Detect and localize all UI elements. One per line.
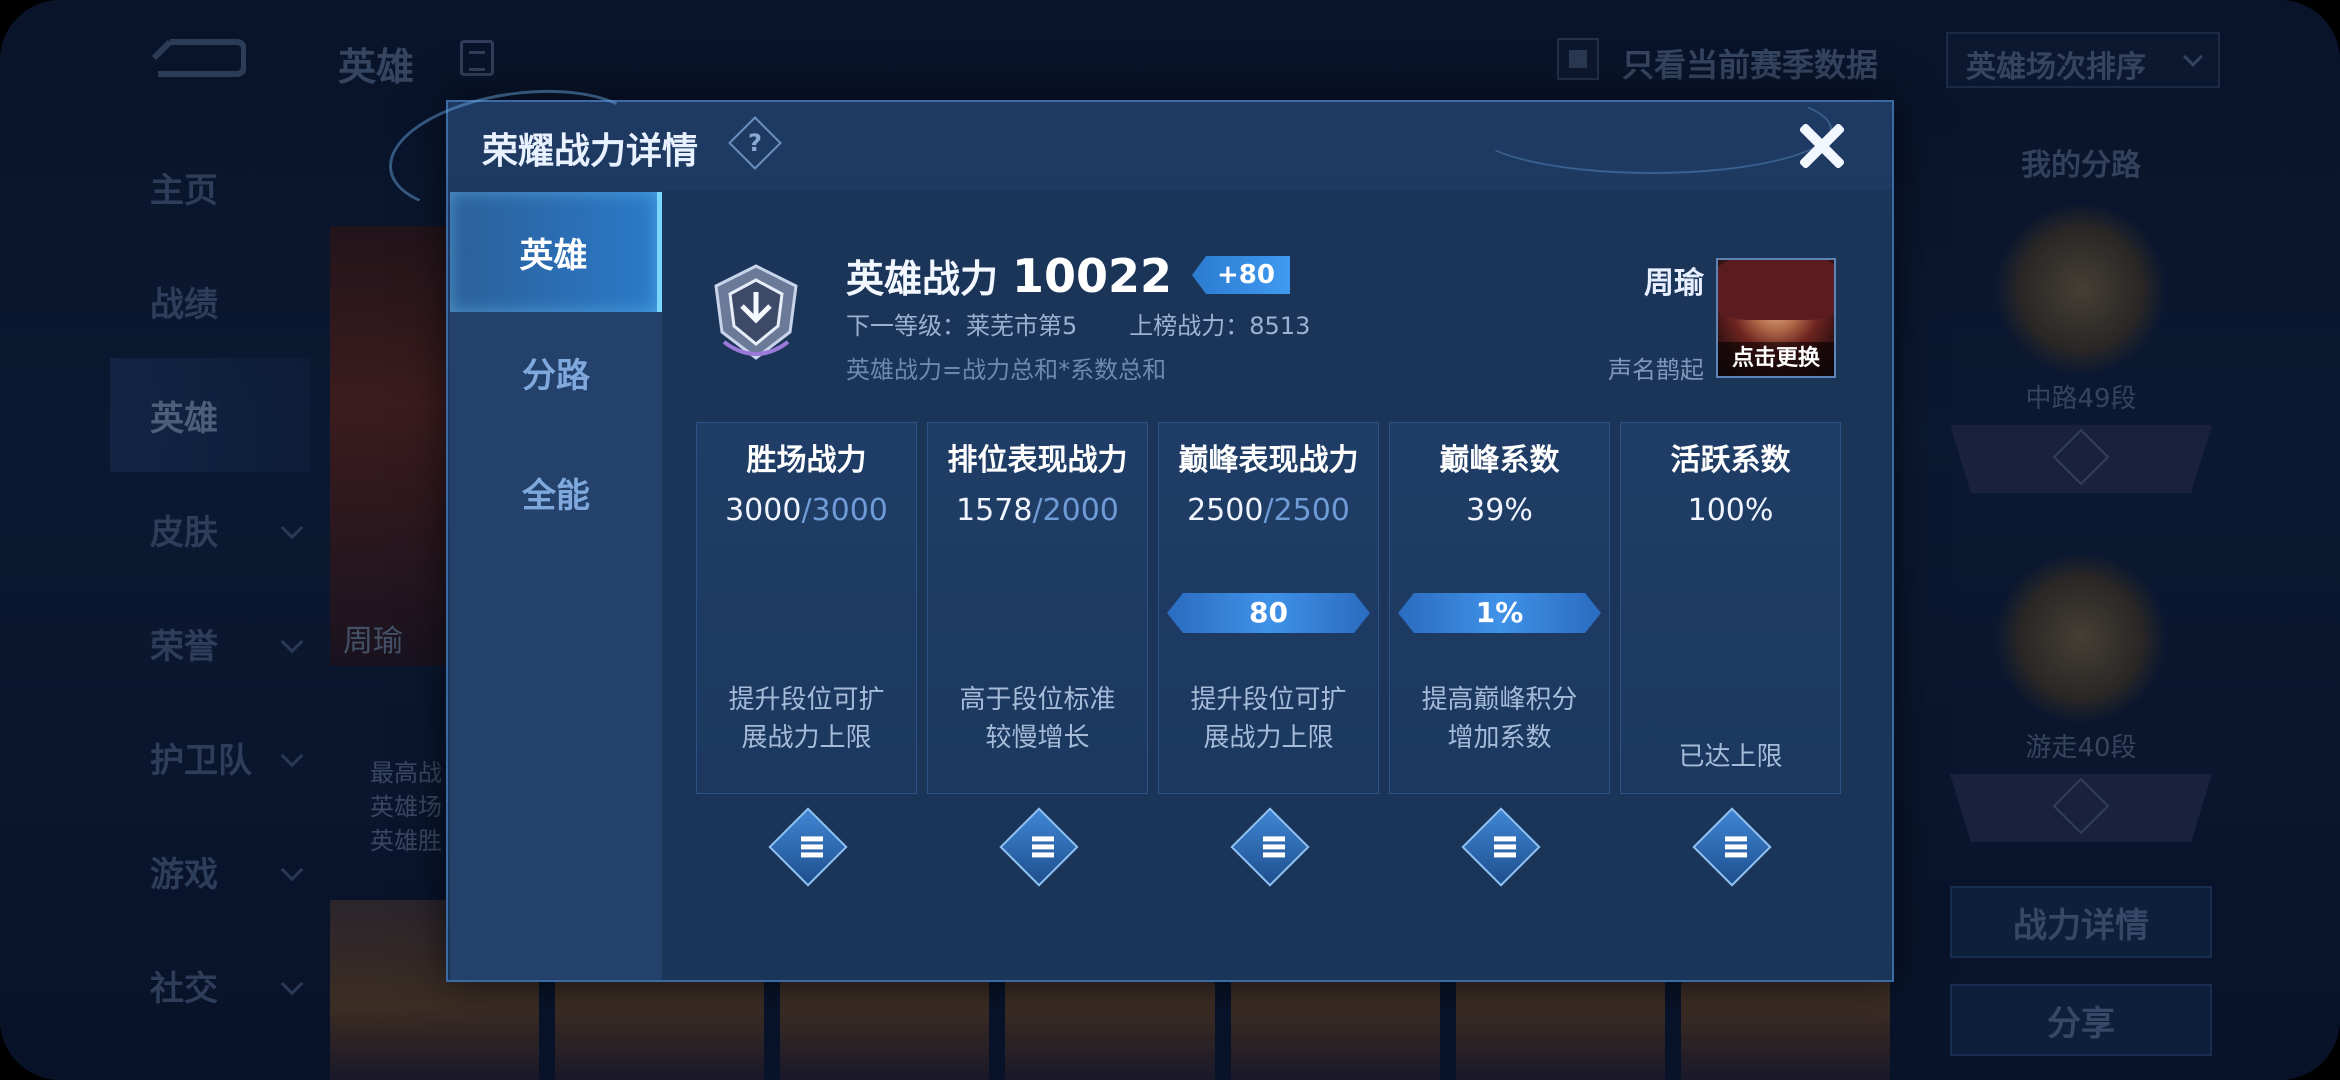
- hero-power-label: 英雄战力: [846, 257, 999, 301]
- decor-swirl: [1472, 84, 1832, 174]
- power-detail-modal: 荣耀战力详情 ? 英雄 分路 全能 英雄战力 10022 +80 下一等级：莱芜…: [380, 74, 1894, 982]
- lane-panel: 我的分路 中路49段 游走40段: [1950, 140, 2212, 842]
- card-value: 39%: [1466, 493, 1533, 528]
- power-sub-info: 下一等级：莱芜市第5 上榜战力：8513: [846, 306, 1310, 341]
- hero-card-image[interactable]: [330, 226, 450, 666]
- power-detail-button[interactable]: 战力详情: [1950, 886, 2212, 958]
- modal-tabs: 英雄 分路 全能: [450, 192, 662, 980]
- sidebar-item-honor[interactable]: 荣誉: [110, 586, 310, 700]
- tab-allround[interactable]: 全能: [450, 432, 662, 552]
- chevron-down-icon: [280, 630, 304, 654]
- hero-stats: 最高战 英雄场 英雄胜: [370, 759, 442, 855]
- list-power-text: 上榜战力：8513: [1129, 312, 1311, 340]
- card-title: 巅峰系数: [1439, 443, 1560, 478]
- hero-power-value: 10022: [1012, 249, 1173, 303]
- power-cards: 胜场战力 3000/3000 提升段位可扩 展战力上限 排位表现战力 1578/…: [696, 422, 1841, 887]
- season-only-checkbox[interactable]: [1557, 38, 1599, 80]
- card-title: 巅峰表现战力: [1178, 443, 1359, 478]
- modal-header: 荣耀战力详情 ?: [380, 74, 1892, 230]
- card-bonus-tag: 1%: [1398, 593, 1601, 633]
- power-card: 巅峰表现战力 2500/2500 80 提升段位可扩 展战力上限: [1158, 422, 1379, 887]
- chevron-down-icon: [280, 858, 304, 882]
- sidebar-item-squad[interactable]: 护卫队: [110, 700, 310, 814]
- sidebar-item-game[interactable]: 游戏: [110, 814, 310, 928]
- chevron-down-icon: [280, 744, 304, 768]
- mid-lane-badge-icon: [1996, 204, 2166, 374]
- document-icon[interactable]: [460, 40, 494, 76]
- hero-portrait-art: [1718, 260, 1834, 320]
- sidebar-item-hero[interactable]: 英雄: [110, 358, 310, 472]
- season-only-label: 只看当前赛季数据: [1622, 46, 1879, 84]
- sidebar-item-record[interactable]: 战绩: [110, 244, 310, 358]
- roam-badge-icon: [1996, 553, 2166, 723]
- hero-fame-title: 声名鹊起: [1608, 356, 1704, 384]
- rank-banner: [1950, 774, 2212, 842]
- sidebar-item-skin[interactable]: 皮肤: [110, 472, 310, 586]
- hero-power-row: 英雄战力 10022: [846, 248, 1172, 303]
- card-bonus-tag: 80: [1167, 593, 1370, 633]
- card-value: 2500/2500: [1187, 493, 1350, 528]
- rank-emblem-icon: [714, 264, 798, 360]
- card-value: 3000/3000: [725, 493, 888, 528]
- screen: 英雄 主页 战绩 英雄 皮肤 荣誉 护卫队 游戏 社交 周瑜 最高战 英雄场 英…: [0, 0, 2340, 1080]
- card-description: 提升段位可扩 展战力上限: [1190, 685, 1347, 753]
- card-title: 排位表现战力: [947, 443, 1128, 478]
- help-icon[interactable]: ?: [728, 116, 782, 170]
- hero-card-name: 周瑜: [343, 624, 403, 659]
- rank-diamond-icon: [2052, 428, 2110, 486]
- card-title: 胜场战力: [746, 443, 867, 478]
- sidebar-item-social[interactable]: 社交: [110, 928, 310, 1042]
- card-description: 提升段位可扩 展战力上限: [728, 685, 885, 753]
- power-delta-badge: +80: [1192, 256, 1290, 294]
- chevron-down-icon: [2183, 47, 2203, 67]
- card-description: 提高巅峰积分 增加系数: [1421, 685, 1578, 753]
- hero-portrait[interactable]: 点击更换: [1716, 258, 1836, 378]
- sort-dropdown[interactable]: 英雄场次排序: [1946, 32, 2220, 88]
- card-description: 已达上限: [1678, 742, 1783, 772]
- power-card: 排位表现战力 1578/2000 高于段位标准 较慢增长: [927, 422, 1148, 887]
- card-value: 1578/2000: [956, 493, 1119, 528]
- sidebar: 主页 战绩 英雄 皮肤 荣誉 护卫队 游戏 社交: [110, 130, 310, 1042]
- tab-lane[interactable]: 分路: [450, 312, 662, 432]
- page-title: 英雄: [338, 45, 415, 89]
- card-description: 高于段位标准 较慢增长: [959, 685, 1116, 753]
- share-button[interactable]: 分享: [1950, 984, 2212, 1056]
- sidebar-item-home[interactable]: 主页: [110, 130, 310, 244]
- card-title: 活跃系数: [1670, 443, 1791, 478]
- rank-diamond-icon: [2052, 777, 2110, 835]
- change-hero-button[interactable]: 点击更换: [1718, 342, 1834, 376]
- mid-lane-label: 中路49段: [2025, 384, 2137, 414]
- chevron-down-icon: [280, 972, 304, 996]
- next-level-text: 下一等级：莱芜市第5: [846, 312, 1078, 340]
- power-card: 巅峰系数 39% 1% 提高巅峰积分 增加系数: [1389, 422, 1610, 887]
- roam-label: 游走40段: [2025, 733, 2137, 763]
- power-card: 活跃系数 100% 已达上限: [1620, 422, 1841, 887]
- modal-title: 荣耀战力详情: [482, 131, 699, 172]
- hero-name: 周瑜: [1644, 266, 1704, 301]
- back-arrow-icon[interactable]: [150, 36, 246, 80]
- formula-text: 英雄战力=战力总和*系数总和: [846, 356, 1167, 384]
- chevron-down-icon: [280, 516, 304, 540]
- power-card: 胜场战力 3000/3000 提升段位可扩 展战力上限: [696, 422, 917, 887]
- card-value: 100%: [1687, 493, 1774, 528]
- rank-banner: [1950, 425, 2212, 493]
- lane-panel-title: 我的分路: [2021, 148, 2141, 183]
- close-icon[interactable]: [1792, 116, 1852, 176]
- tab-hero[interactable]: 英雄: [450, 192, 662, 312]
